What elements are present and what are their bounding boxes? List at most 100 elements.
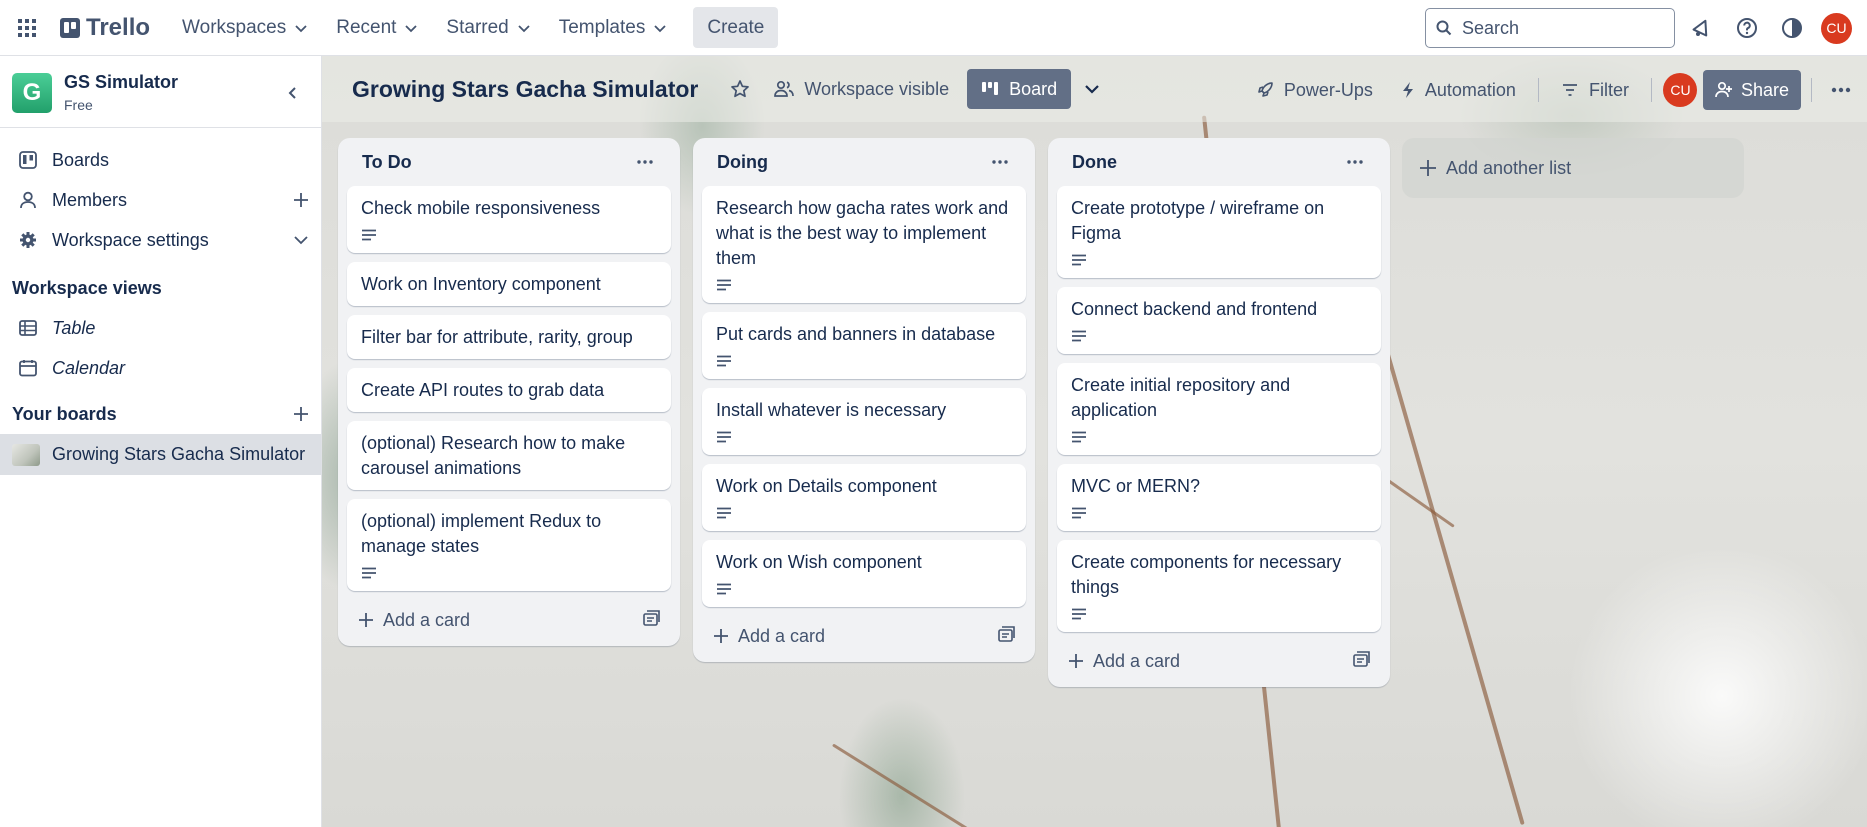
board-thumbnail (12, 443, 40, 466)
filter-label: Filter (1588, 79, 1629, 100)
theme-toggle-icon[interactable] (1773, 10, 1810, 47)
card-title: Install whatever is necessary (716, 400, 947, 420)
list-title[interactable]: To Do (362, 152, 629, 173)
add-another-list-button[interactable]: Add another list (1402, 138, 1744, 198)
card[interactable]: Check mobile responsiveness (347, 186, 671, 253)
card[interactable]: Install whatever is necessary (702, 388, 1026, 455)
card-title: Work on Wish component (716, 552, 922, 572)
notifications-icon[interactable] (1683, 10, 1720, 47)
share-button[interactable]: Share (1702, 70, 1801, 110)
sidebar-item-table[interactable]: Table (0, 308, 321, 348)
sidebar-item-workspace-settings[interactable]: Workspace settings (0, 220, 321, 260)
create-button[interactable]: Create (693, 7, 779, 48)
card[interactable]: MVC or MERN? (1057, 464, 1381, 531)
search-icon (1436, 20, 1452, 36)
sidebar-item-members[interactable]: Members (0, 180, 321, 220)
card[interactable]: Work on Inventory component (347, 262, 671, 306)
card[interactable]: Research how gacha rates work and what i… (702, 186, 1026, 303)
account-avatar[interactable]: CU (1818, 10, 1855, 47)
board-view-label: Board (1009, 78, 1058, 99)
add-member-icon[interactable] (293, 192, 309, 208)
collapse-sidebar-button[interactable] (277, 77, 309, 109)
workspace-header: G GS Simulator Free (0, 56, 321, 128)
description-icon (1071, 327, 1367, 345)
filter-button[interactable]: Filter (1549, 72, 1641, 108)
add-card-label: Add a card (383, 609, 471, 630)
card[interactable]: Create API routes to grab data (347, 368, 671, 412)
background-branch (832, 743, 978, 827)
card[interactable]: Filter bar for attribute, rarity, group (347, 315, 671, 359)
sidebar-item-calendar[interactable]: Calendar (0, 348, 321, 388)
board-menu-icon[interactable] (1822, 72, 1859, 109)
view-switcher-button[interactable] (1071, 71, 1113, 107)
card[interactable]: (optional) Research how to make carousel… (347, 421, 671, 490)
card[interactable]: Create prototype / wireframe on Figma (1057, 186, 1381, 278)
card[interactable]: Create initial repository and applicatio… (1057, 363, 1381, 455)
people-icon (774, 80, 795, 97)
card[interactable]: Work on Details component (702, 464, 1026, 531)
search-input[interactable] (1462, 17, 1652, 39)
description-icon (1071, 428, 1367, 446)
trello-logo-text: Trello (86, 13, 151, 41)
recent-menu-label: Recent (336, 16, 397, 38)
plus-icon (359, 613, 373, 627)
sidebar-board-growing-stars[interactable]: Growing Stars Gacha Simulator (0, 434, 321, 475)
workspace-views-title: Workspace views (12, 277, 162, 298)
card-title: Filter bar for attribute, rarity, group (361, 327, 633, 347)
card-title: Create API routes to grab data (361, 380, 605, 400)
starred-menu[interactable]: Starred (432, 10, 544, 46)
card-title: Research how gacha rates work and what i… (716, 198, 1009, 268)
add-card-button[interactable]: Add a card (1057, 641, 1381, 681)
board-view-button[interactable]: Board (967, 69, 1072, 109)
power-ups-button[interactable]: Power-Ups (1244, 72, 1385, 108)
templates-menu[interactable]: Templates (545, 10, 682, 46)
workspaces-menu[interactable]: Workspaces (168, 10, 322, 46)
chevron-down-icon (518, 24, 530, 32)
description-icon (1071, 251, 1367, 269)
create-from-template-icon[interactable] (998, 625, 1016, 647)
app-switcher-icon[interactable] (10, 11, 44, 45)
search-field[interactable] (1425, 8, 1675, 48)
card[interactable]: Create components for necessary things (1057, 540, 1381, 632)
list-title[interactable]: Doing (717, 152, 984, 173)
help-icon[interactable] (1728, 10, 1765, 47)
add-card-label: Add a card (738, 625, 826, 646)
add-card-button[interactable]: Add a card (347, 600, 671, 640)
add-board-icon[interactable] (293, 406, 309, 422)
list-actions-icon[interactable] (984, 146, 1016, 178)
trello-logo[interactable]: Trello (60, 14, 150, 42)
workspace-name[interactable]: GS Simulator (64, 72, 277, 93)
card[interactable]: Work on Wish component (702, 540, 1026, 607)
description-icon (716, 352, 1012, 370)
list-actions-icon[interactable] (629, 146, 661, 178)
automation-button[interactable]: Automation (1389, 72, 1528, 108)
chevron-down-icon[interactable] (293, 232, 309, 248)
board-title[interactable]: Growing Stars Gacha Simulator (352, 76, 698, 103)
card[interactable]: Put cards and banners in database (702, 312, 1026, 379)
recent-menu[interactable]: Recent (322, 10, 432, 46)
list-title[interactable]: Done (1072, 152, 1339, 173)
sidebar-item-boards[interactable]: Boards (0, 140, 321, 180)
create-from-template-icon[interactable] (1353, 650, 1371, 672)
description-icon (1071, 605, 1367, 623)
card[interactable]: (optional) implement Redux to manage sta… (347, 499, 671, 591)
person-icon (18, 191, 38, 209)
chevron-down-icon (1085, 85, 1099, 94)
sidebar-item-label: Boards (52, 149, 110, 170)
add-card-button[interactable]: Add a card (702, 616, 1026, 656)
your-boards-title: Your boards (12, 403, 117, 424)
share-label: Share (1740, 79, 1789, 100)
workspace-logo[interactable]: G (12, 72, 52, 113)
board-member-avatar[interactable]: CU (1662, 72, 1699, 109)
card-title: Put cards and banners in database (716, 324, 996, 344)
visibility-button[interactable]: Workspace visible (762, 71, 961, 107)
star-board-button[interactable] (718, 71, 762, 107)
filter-icon (1562, 84, 1577, 96)
card-title: Work on Details component (716, 476, 937, 496)
trello-board-icon (18, 151, 38, 169)
your-boards-heading: Your boards (0, 394, 321, 434)
create-from-template-icon[interactable] (643, 609, 661, 631)
list-actions-icon[interactable] (1339, 146, 1371, 178)
sidebar: G GS Simulator Free Boards Members Works… (0, 56, 322, 827)
card[interactable]: Connect backend and frontend (1057, 287, 1381, 354)
